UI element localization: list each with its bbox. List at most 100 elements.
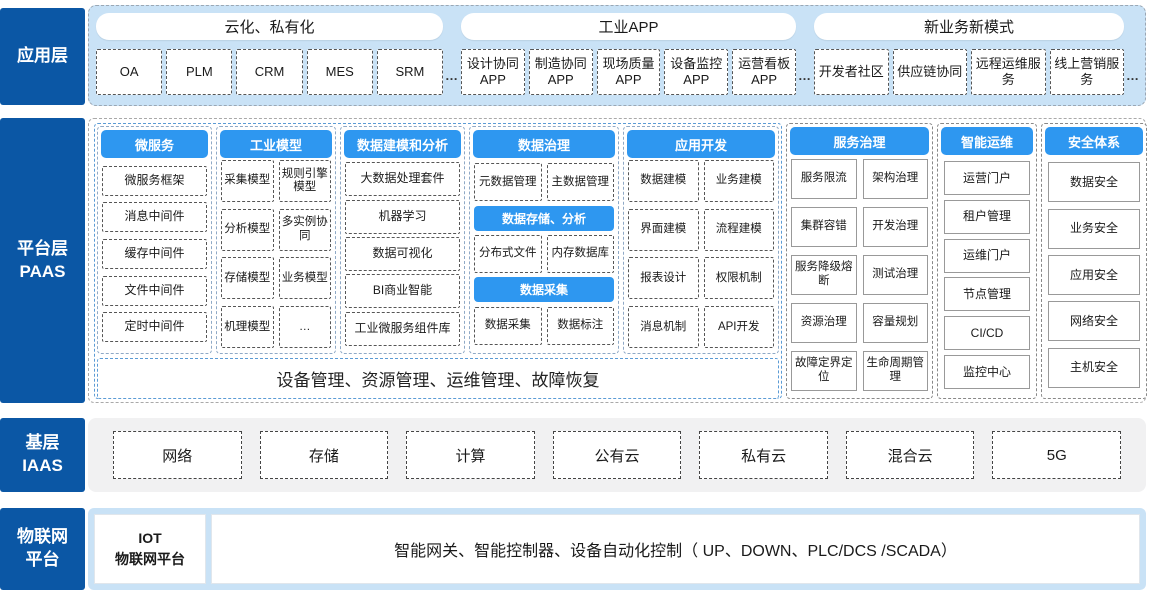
- column-microservice-body: 微服务框架 消息中间件 缓存中间件 文件中间件 定时中间件: [101, 158, 208, 350]
- paas-item: 数据采集: [474, 307, 542, 345]
- column-intelligent-ops-body: 运营门户 租户管理 运维门户 节点管理 CI/CD 监控中心: [941, 155, 1033, 395]
- paas-item: 采集模型: [221, 160, 274, 202]
- paas-item: 集群容错: [791, 207, 857, 247]
- app-item: MES: [307, 49, 373, 95]
- iot-layer-label: 物联网 平台: [0, 508, 85, 590]
- app-item: SRM: [377, 49, 443, 95]
- paas-item: 服务限流: [791, 159, 857, 199]
- paas-item: 消息中间件: [102, 202, 207, 232]
- paas-item: 网络安全: [1048, 301, 1140, 341]
- paas-item: 权限机制: [704, 257, 775, 299]
- iot-platform-box-line1: IOT: [138, 528, 161, 549]
- column-data-governance-header: 数据治理: [473, 130, 615, 158]
- iaas-item: 混合云: [846, 431, 975, 479]
- paas-layer-label-line2: PAAS: [20, 261, 66, 284]
- ellipsis: …: [1124, 68, 1142, 83]
- data-storage-analysis-subheader: 数据存储、分析: [474, 206, 614, 231]
- paas-item: 内存数据库: [547, 235, 615, 273]
- paas-item: 多实例协同: [279, 209, 332, 251]
- column-data-modeling: 数据建模和分析 大数据处理套件 机器学习 数据可视化 BI商业智能 工业微服务组…: [340, 126, 465, 354]
- iaas-item: 公有云: [553, 431, 682, 479]
- paas-item: 流程建模: [704, 209, 775, 251]
- paas-layer-label-line1: 平台层: [17, 238, 68, 261]
- paas-item: 规则引擎模型: [279, 160, 332, 202]
- iaas-layer-label-line2: IAAS: [22, 455, 63, 478]
- column-intelligent-ops-header: 智能运维: [941, 127, 1033, 155]
- iot-layer-label-line1: 物联网: [17, 526, 68, 549]
- paas-item: 数据标注: [547, 307, 615, 345]
- column-service-governance-body: 服务限流 架构治理 集群容错 开发治理 服务降级熔断 测试治理 资源治理 容量规…: [790, 155, 929, 395]
- paas-item: 分析模型: [221, 209, 274, 251]
- app-group-new-business: 新业务新模式 开发者社区 供应链协同 远程运维服务 线上营销服务: [814, 13, 1124, 95]
- column-data-governance: 数据治理 元数据管理 主数据管理 数据存储、分析 分布式文件 内存数据库 数据采…: [469, 126, 619, 354]
- paas-item: 大数据处理套件: [345, 162, 460, 196]
- app-item: OA: [96, 49, 162, 95]
- paas-item: 业务建模: [704, 160, 775, 202]
- iaas-item: 计算: [406, 431, 535, 479]
- app-group-industrial-app: 工业APP 设计协同APP 制造协同APP 现场质量APP 设备监控APP 运营…: [461, 13, 796, 95]
- paas-item: 数据安全: [1048, 162, 1140, 202]
- data-governance-row: 元数据管理 主数据管理: [474, 163, 614, 201]
- iaas-item: 5G: [992, 431, 1121, 479]
- paas-item: CI/CD: [944, 316, 1030, 350]
- paas-item: 主数据管理: [547, 163, 615, 201]
- app-layer-label-text: 应用层: [17, 45, 68, 68]
- app-item: 运营看板APP: [732, 49, 796, 95]
- app-item: CRM: [236, 49, 302, 95]
- column-app-dev-header: 应用开发: [627, 130, 775, 158]
- iot-layer-label-line2: 平台: [26, 549, 60, 572]
- iaas-layer-label: 基层 IAAS: [0, 418, 85, 492]
- paas-item: 文件中间件: [102, 276, 207, 306]
- paas-columns: 微服务 微服务框架 消息中间件 缓存中间件 文件中间件 定时中间件 工业模型 采…: [97, 126, 779, 354]
- column-security-body: 数据安全 业务安全 应用安全 网络安全 主机安全: [1045, 155, 1143, 395]
- app-item: 制造协同APP: [529, 49, 593, 95]
- paas-item: 报表设计: [628, 257, 699, 299]
- column-industrial-model-body: 采集模型 规则引擎模型 分析模型 多实例协同 存储模型 业务模型 机理模型 …: [220, 158, 332, 350]
- data-governance-row: 分布式文件 内存数据库: [474, 235, 614, 273]
- data-governance-row: 数据采集 数据标注: [474, 307, 614, 345]
- paas-layer-label: 平台层 PAAS: [0, 118, 85, 403]
- paas-item: 应用安全: [1048, 255, 1140, 295]
- app-item: 线上营销服务: [1050, 49, 1125, 95]
- app-item: 开发者社区: [814, 49, 889, 95]
- paas-layer-panel: 微服务 微服务框架 消息中间件 缓存中间件 文件中间件 定时中间件 工业模型 采…: [88, 118, 1146, 403]
- paas-item: 容量规划: [863, 303, 929, 343]
- app-item: 设备监控APP: [664, 49, 728, 95]
- column-service-governance-header: 服务治理: [790, 127, 929, 155]
- iot-description-box: 智能网关、智能控制器、设备自动化控制（ UP、DOWN、PLC/DCS /SCA…: [211, 514, 1140, 584]
- iot-platform-box: IOT 物联网平台: [94, 514, 206, 584]
- app-layer-panel: 云化、私有化 OA PLM CRM MES SRM … 工业APP 设计协同AP…: [88, 5, 1146, 106]
- paas-item: 界面建模: [628, 209, 699, 251]
- column-security: 安全体系 数据安全 业务安全 应用安全 网络安全 主机安全: [1041, 123, 1147, 399]
- paas-item: 工业微服务组件库: [345, 312, 460, 346]
- paas-item: 资源治理: [791, 303, 857, 343]
- column-data-modeling-body: 大数据处理套件 机器学习 数据可视化 BI商业智能 工业微服务组件库: [344, 158, 461, 350]
- paas-item: 故障定界定位: [791, 351, 857, 391]
- app-group-cloud-title: 云化、私有化: [96, 13, 443, 40]
- app-group-cloud-items: OA PLM CRM MES SRM: [96, 49, 443, 95]
- column-security-header: 安全体系: [1045, 127, 1143, 155]
- app-group-cloud: 云化、私有化 OA PLM CRM MES SRM: [96, 13, 443, 95]
- paas-item: 机器学习: [345, 200, 460, 234]
- app-item: PLM: [166, 49, 232, 95]
- paas-item: 业务安全: [1048, 209, 1140, 249]
- paas-bottom-bar: 设备管理、资源管理、运维管理、故障恢复: [97, 358, 779, 399]
- paas-item: 监控中心: [944, 355, 1030, 389]
- paas-item: 节点管理: [944, 277, 1030, 311]
- column-app-dev: 应用开发 数据建模 业务建模 界面建模 流程建模 报表设计 权限机制 消息机制 …: [623, 126, 779, 354]
- paas-item: 缓存中间件: [102, 239, 207, 269]
- column-industrial-model: 工业模型 采集模型 规则引擎模型 分析模型 多实例协同 存储模型 业务模型 机理…: [216, 126, 336, 354]
- paas-item: 生命周期管理: [863, 351, 929, 391]
- paas-item: 微服务框架: [102, 166, 207, 196]
- paas-item: 运维门户: [944, 239, 1030, 273]
- app-item: 设计协同APP: [461, 49, 525, 95]
- column-app-dev-body: 数据建模 业务建模 界面建模 流程建模 报表设计 权限机制 消息机制 API开发: [627, 158, 775, 350]
- paas-item: 消息机制: [628, 306, 699, 348]
- column-service-governance: 服务治理 服务限流 架构治理 集群容错 开发治理 服务降级熔断 测试治理 资源治…: [786, 123, 933, 399]
- app-group-industrial-app-items: 设计协同APP 制造协同APP 现场质量APP 设备监控APP 运营看板APP: [461, 49, 796, 95]
- paas-item: 开发治理: [863, 207, 929, 247]
- paas-item: 主机安全: [1048, 348, 1140, 388]
- app-group-new-business-title: 新业务新模式: [814, 13, 1124, 40]
- paas-item: 运营门户: [944, 161, 1030, 195]
- app-item: 供应链协同: [893, 49, 968, 95]
